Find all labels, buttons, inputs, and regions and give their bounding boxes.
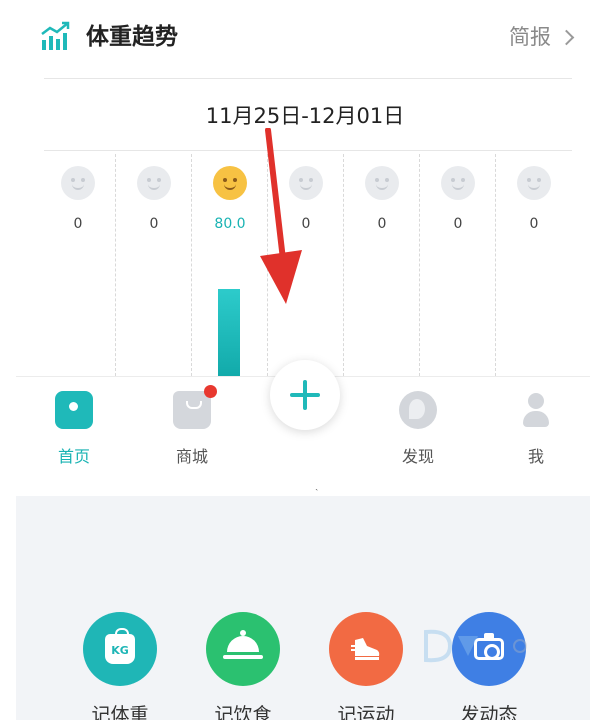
- empty-face-icon: [61, 166, 95, 200]
- divider: [44, 78, 572, 79]
- day-column[interactable]: 0: [40, 154, 116, 376]
- record-food-label: 记饮食: [214, 704, 272, 720]
- tab-shop-label: 商城: [175, 447, 208, 466]
- running-shoe-icon: [329, 612, 403, 686]
- tab-me-label: 我: [527, 447, 544, 466]
- add-record-button[interactable]: [270, 360, 340, 430]
- day-weight-value: 0: [529, 216, 539, 232]
- kg-label: KG: [105, 628, 135, 664]
- day-column[interactable]: 0: [420, 154, 496, 376]
- tab-discover-label: 发现: [401, 447, 434, 466]
- day-column[interactable]: 0: [116, 154, 192, 376]
- tab-me[interactable]: 我: [496, 391, 576, 467]
- day-weight-value: 0: [73, 216, 83, 232]
- weight-bar: [218, 289, 240, 376]
- weight-scale-icon: KG: [83, 612, 157, 686]
- week-weight-grid: 0 0 80.0 0 0 0 0: [40, 154, 572, 376]
- post-update-label: 发动态: [460, 704, 518, 720]
- record-weight-button[interactable]: KG 记体重: [70, 612, 170, 720]
- tab-home[interactable]: 首页: [34, 391, 114, 467]
- annotation-arrow: [260, 128, 302, 304]
- record-sport-button[interactable]: 记运动: [316, 612, 416, 720]
- notification-badge: [204, 385, 217, 398]
- weight-trend-header: 体重趋势 简报: [0, 0, 590, 78]
- brief-link[interactable]: 简报: [509, 22, 575, 52]
- day-weight-value: 0: [453, 216, 463, 232]
- home-icon: [55, 391, 93, 429]
- food-cloche-icon: [206, 612, 280, 686]
- day-weight-value: 0: [149, 216, 159, 232]
- user-icon: [517, 391, 555, 429]
- tab-shop[interactable]: 商城: [152, 385, 232, 467]
- day-weight-value: 0: [377, 216, 387, 232]
- day-column[interactable]: 0: [496, 154, 572, 376]
- divider: [44, 150, 572, 151]
- empty-face-icon: [137, 166, 171, 200]
- day-column[interactable]: 0: [344, 154, 420, 376]
- shopping-bag-icon: [173, 385, 217, 429]
- empty-face-icon: [365, 166, 399, 200]
- smiley-face-icon: [213, 166, 247, 200]
- page-title: 体重趋势: [86, 24, 178, 50]
- chart-trend-icon: [41, 21, 70, 50]
- brief-label: 简报: [509, 25, 551, 49]
- empty-face-icon: [517, 166, 551, 200]
- chevron-right-icon: [558, 29, 575, 45]
- tab-home-label: 首页: [57, 447, 90, 466]
- watermark-logo: [424, 629, 527, 663]
- tiny-mark: ˴: [315, 484, 319, 495]
- discover-icon: [399, 391, 437, 429]
- record-weight-label: 记体重: [91, 704, 149, 720]
- record-food-button[interactable]: 记饮食: [193, 612, 293, 720]
- empty-face-icon: [441, 166, 475, 200]
- record-sport-label: 记运动: [337, 704, 395, 720]
- tab-discover[interactable]: 发现: [378, 391, 458, 467]
